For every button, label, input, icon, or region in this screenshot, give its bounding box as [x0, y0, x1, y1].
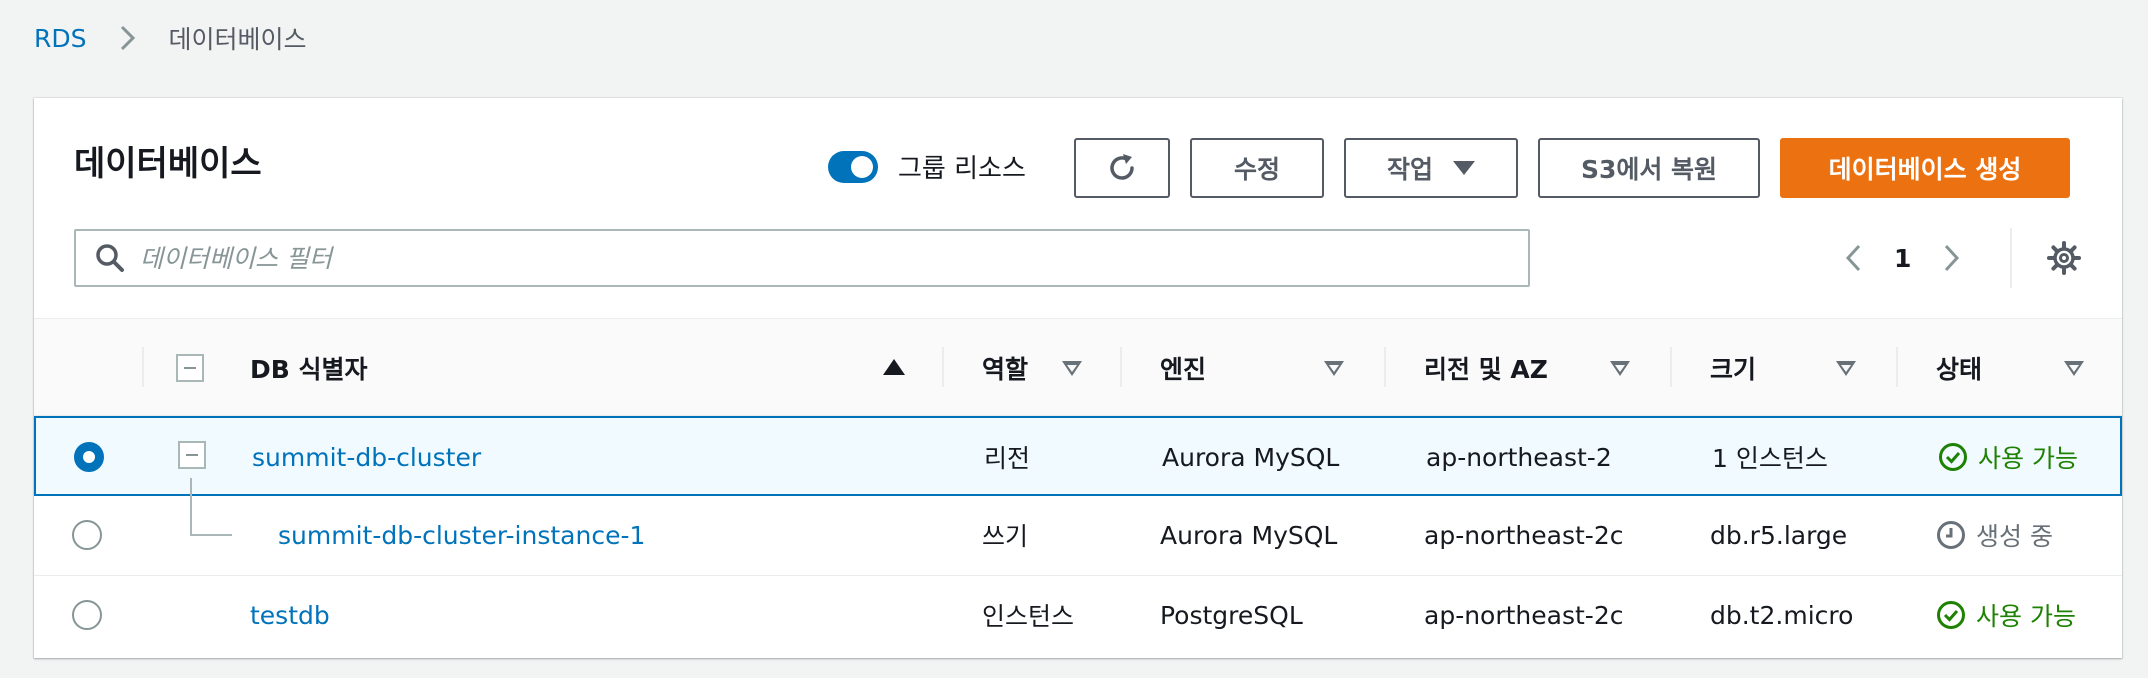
create-database-button[interactable]: 데이터베이스 생성	[1780, 138, 2070, 198]
column-header-identifier[interactable]: DB 식별자	[250, 319, 368, 417]
status-badge: 생성 중	[1936, 496, 2053, 574]
sort-down-icon[interactable]	[1610, 361, 1630, 376]
status-text: 생성 중	[1976, 522, 2053, 551]
table-row[interactable]: testdb 인스턴스 PostgreSQL ap-northeast-2c d…	[34, 576, 2122, 656]
role-cell: 인스턴스	[982, 602, 1075, 631]
toggle-switch[interactable]	[828, 150, 878, 183]
column-divider	[1670, 347, 1672, 387]
chevron-right-icon	[113, 23, 143, 53]
table-row[interactable]: summit-db-cluster-instance-1 쓰기 Aurora M…	[34, 478, 2122, 576]
db-identifier-link[interactable]: testdb	[250, 576, 330, 654]
role-cell: 쓰기	[982, 522, 1029, 551]
pager-divider	[2010, 228, 2012, 288]
db-identifier-link[interactable]: summit-db-cluster	[252, 418, 481, 496]
prev-page-icon[interactable]	[1834, 238, 1874, 278]
sort-down-icon[interactable]	[2064, 361, 2084, 376]
engine-cell: Aurora MySQL	[1160, 520, 1338, 550]
breadcrumb-current: 데이터베이스	[168, 25, 307, 54]
current-page-number[interactable]: 1	[1894, 244, 1911, 273]
column-divider	[142, 347, 144, 387]
column-divider	[1120, 347, 1122, 387]
row-radio[interactable]	[72, 600, 102, 630]
column-divider	[942, 347, 944, 387]
restore-from-s3-button[interactable]: S3에서 복원	[1538, 138, 1760, 198]
modify-button[interactable]: 수정	[1190, 138, 1324, 198]
size-cell: db.r5.large	[1710, 520, 1848, 550]
region-cell: ap-northeast-2	[1426, 442, 1612, 472]
status-text: 사용 가능	[1976, 602, 2076, 631]
column-divider	[1384, 347, 1386, 387]
column-header-status[interactable]: 상태	[1936, 319, 1982, 417]
refresh-icon	[1105, 151, 1139, 185]
size-cell: 1 인스턴스	[1712, 444, 1828, 473]
status-badge: 사용 가능	[1938, 418, 2078, 496]
pagination: 1	[1834, 238, 1971, 278]
role-cell: 리전	[984, 444, 1031, 473]
next-page-icon[interactable]	[1931, 238, 1971, 278]
check-circle-icon	[1936, 600, 1966, 630]
status-text: 사용 가능	[1978, 444, 2078, 473]
column-header-engine[interactable]: 엔진	[1160, 319, 1206, 417]
search-input[interactable]	[140, 238, 1528, 278]
region-cell: ap-northeast-2c	[1424, 520, 1624, 550]
clock-icon	[1936, 520, 1966, 550]
status-badge: 사용 가능	[1936, 576, 2076, 654]
toggle-knob	[851, 155, 873, 178]
engine-cell: PostgreSQL	[1160, 600, 1303, 630]
actions-label: 작업	[1386, 155, 1433, 184]
collapse-row-icon[interactable]	[178, 441, 206, 469]
sort-ascending-icon[interactable]	[883, 359, 905, 375]
tree-connector	[190, 478, 232, 536]
toggle-label: 그룹 리소스	[898, 154, 1026, 184]
sort-down-icon[interactable]	[1836, 361, 1856, 376]
actions-dropdown-button[interactable]: 작업	[1344, 138, 1518, 198]
check-circle-icon	[1938, 442, 1968, 472]
db-identifier-link[interactable]: summit-db-cluster-instance-1	[278, 496, 645, 574]
refresh-button[interactable]	[1074, 138, 1170, 198]
breadcrumb-rds-link[interactable]: RDS	[34, 24, 87, 53]
column-header-role[interactable]: 역할	[982, 319, 1028, 417]
region-cell: ap-northeast-2c	[1424, 600, 1624, 630]
page-title: 데이터베이스	[74, 144, 262, 184]
databases-panel: 데이터베이스 그룹 리소스 수정 작업 S3에서 복원 데이터베이스 생성 데이…	[34, 98, 2122, 658]
row-radio-selected[interactable]	[74, 442, 104, 472]
caret-down-icon	[1453, 161, 1475, 175]
size-cell: db.t2.micro	[1710, 600, 1854, 630]
column-header-region[interactable]: 리전 및 AZ	[1424, 319, 1548, 417]
filter-search-box[interactable]	[74, 229, 1530, 287]
engine-cell: Aurora MySQL	[1162, 442, 1340, 472]
table-row[interactable]: summit-db-cluster 리전 Aurora MySQL ap-nor…	[34, 416, 2122, 496]
group-resources-toggle[interactable]: 그룹 리소스	[828, 148, 1026, 185]
column-divider	[1896, 347, 1898, 387]
databases-table: DB 식별자 역할 엔진 리전 및 AZ 크기 상태 summit-db-clu…	[34, 318, 2122, 656]
sort-down-icon[interactable]	[1062, 361, 1082, 376]
gear-icon[interactable]	[2044, 238, 2084, 278]
row-radio[interactable]	[72, 520, 102, 550]
table-header: DB 식별자 역할 엔진 리전 및 AZ 크기 상태	[34, 318, 2122, 416]
breadcrumb: RDS 데이터베이스	[34, 20, 307, 56]
column-header-size[interactable]: 크기	[1710, 319, 1756, 417]
search-icon	[94, 242, 126, 274]
sort-down-icon[interactable]	[1324, 361, 1344, 376]
collapse-all-icon[interactable]	[176, 354, 204, 382]
